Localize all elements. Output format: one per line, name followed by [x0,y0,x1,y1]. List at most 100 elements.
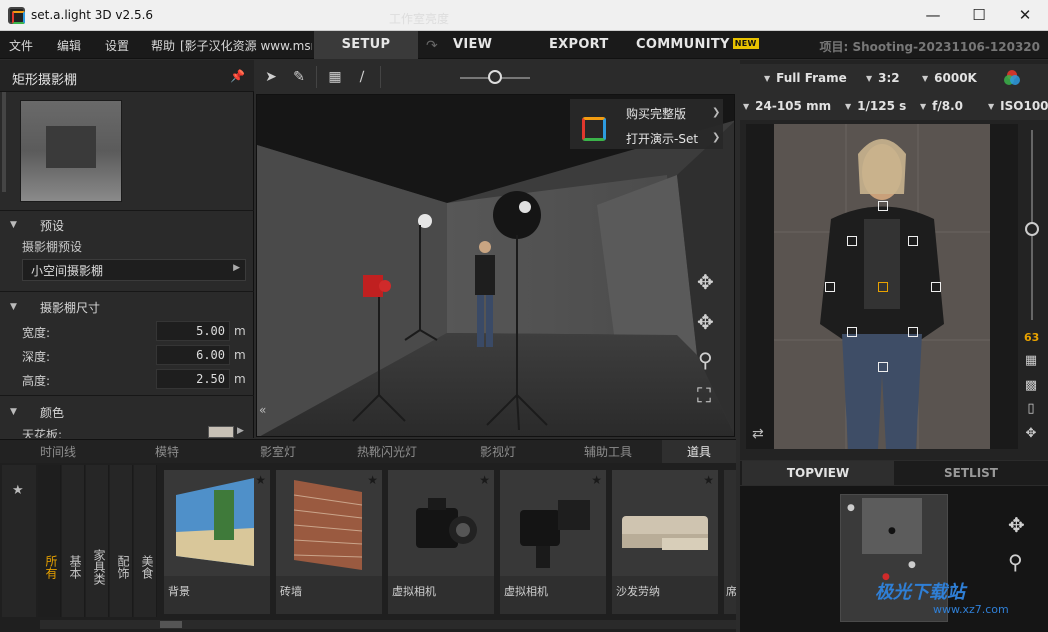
focus-point[interactable] [908,327,918,337]
topview-camera-icon[interactable]: ● [908,560,916,570]
tab-video-lights[interactable]: 影视灯 [480,440,516,464]
wb-value: 6000K [934,71,977,85]
focus-point[interactable] [908,236,918,246]
preset-select-value: 小空间摄影棚 [31,264,104,278]
menu-settings[interactable]: 设置 [105,37,129,54]
buy-full-version-link[interactable]: 购买完整版 [626,105,686,122]
topview-pan-icon[interactable]: ✥ [1008,513,1025,537]
lens-select[interactable]: ▼ 24-105 mm [743,92,831,120]
category-furniture[interactable]: 家具类 [86,465,109,617]
focus-point[interactable] [878,201,888,211]
menu-edit[interactable]: 编辑 [57,37,81,54]
menu-help[interactable]: 帮助 [151,37,175,54]
focus-point[interactable] [878,362,888,372]
menu-file[interactable]: 文件 [9,37,33,54]
pointer-tool-icon[interactable]: ➤ [262,68,280,86]
grid-icon[interactable]: ▦ [326,68,344,86]
topview-zoom-icon[interactable]: ⚲ [1008,550,1023,574]
color-section-title[interactable]: 颜色 [40,404,64,421]
focus-point[interactable] [825,282,835,292]
aperture-select[interactable]: ▼ f/8.0 [920,92,963,120]
favorite-star-icon[interactable]: ★ [255,473,266,487]
tab-setup[interactable]: SETUP [314,31,418,59]
fit-view-icon[interactable]: ⛶ [697,383,711,407]
library-item[interactable]: ★ 虚拟相机 [500,470,606,614]
category-all[interactable]: 所有 [38,465,61,617]
favorite-star-icon[interactable]: ★ [367,473,378,487]
topview-light-icon[interactable]: ● [847,503,855,513]
collapse-preset-icon[interactable]: ▼ [10,220,17,230]
collapse-color-icon[interactable]: ▼ [10,407,17,417]
focus-point[interactable] [931,282,941,292]
wb-select[interactable]: ▼ 6000K [922,64,977,92]
favorite-star-icon[interactable]: ★ [591,473,602,487]
category-food[interactable]: 美食 [134,465,157,617]
color-mode-icon[interactable] [1002,68,1022,88]
library-scrollbar-thumb[interactable] [160,621,182,628]
measure-tool-icon[interactable]: ✎ [290,68,308,86]
dish-reflector [519,201,531,213]
line-tool-icon[interactable]: ∕ [353,68,371,86]
menu-extra[interactable]: [影子汉化资源 www.msn [180,37,312,54]
dropdown-icon: ▼ [764,74,771,83]
collapse-size-icon[interactable]: ▼ [10,302,17,312]
tab-speedlights[interactable]: 热靴闪光灯 [357,440,417,464]
tab-studio-lights[interactable]: 影室灯 [260,440,296,464]
histogram-icon[interactable]: ▩ [1021,378,1041,396]
tab-tools[interactable]: 辅助工具 [584,440,632,464]
pin-icon[interactable]: 📌 [230,69,245,83]
tab-models[interactable]: 模特 [155,440,179,464]
open-demo-set-link[interactable]: 打开演示-Set [626,130,698,147]
iso-select[interactable]: ▼ ISO100 [988,92,1048,120]
preset-section-title[interactable]: 预设 [40,217,64,234]
width-label: 宽度: [22,326,51,340]
focus-point[interactable] [847,236,857,246]
size-section-title[interactable]: 摄影棚尺寸 [40,299,100,316]
minimize-button[interactable]: — [910,0,956,31]
favorites-star-icon[interactable]: ★ [12,483,24,498]
tab-community[interactable]: COMMUNITY NEW [636,31,759,59]
tab-setlist[interactable]: SETLIST [896,461,1046,485]
library-item[interactable]: ★ 沙发劳纳 [612,470,718,614]
ratio-select[interactable]: ▼ 3:2 [866,64,900,92]
category-accessories[interactable]: 配饰 [110,465,133,617]
chevron-right-icon[interactable]: ▶ [237,426,244,436]
width-input[interactable]: 5.00 [156,321,230,341]
favorite-star-icon[interactable]: ★ [479,473,490,487]
studio-preset-select[interactable]: 小空间摄影棚 ▶ [22,259,246,281]
tab-topview[interactable]: TOPVIEW [742,461,894,485]
maximize-button[interactable]: ☐ [956,0,1002,31]
library-scrollbar[interactable] [40,620,736,629]
library-item[interactable]: ★ 背景 [164,470,270,614]
tab-view[interactable]: VIEW [453,31,492,59]
zoom-slider-thumb[interactable] [1025,222,1039,236]
orientation-icon[interactable]: ▯ [1021,401,1041,419]
library-item[interactable]: ★ 砖墙 [276,470,382,614]
library-item[interactable]: ★ 虚拟相机 [388,470,494,614]
ceiling-color-swatch[interactable] [208,426,234,438]
close-button[interactable]: ✕ [1002,0,1048,31]
grid-overlay-icon[interactable]: ▦ [1021,353,1041,371]
tab-export[interactable]: EXPORT [549,31,609,59]
move-camera-icon[interactable]: ✥ [1021,426,1041,444]
category-basic[interactable]: 基本 [62,465,85,617]
orbit-icon[interactable]: ✥ [697,270,714,294]
depth-input[interactable]: 6.00 [156,345,230,365]
height-input[interactable]: 2.50 [156,369,230,389]
topview-model-icon[interactable]: ● [888,526,896,536]
favorite-star-icon[interactable]: ★ [703,473,714,487]
tab-props[interactable]: 道具 [662,440,736,464]
focus-point[interactable] [847,327,857,337]
focus-point-active[interactable] [878,282,888,292]
panel-scrollbar[interactable] [2,92,6,192]
studio-thumbnail[interactable] [20,100,122,202]
zoom-icon[interactable]: ⚲ [698,348,713,372]
tab-timeline[interactable]: 时间线 [40,440,76,464]
brightness-slider-thumb[interactable] [488,70,502,84]
shutter-select[interactable]: ▼ 1/125 s [845,92,906,120]
collapse-panel-icon[interactable]: « [259,403,273,417]
pan-icon[interactable]: ✥ [697,310,714,334]
library-item[interactable]: 席 [724,470,736,614]
swap-view-icon[interactable]: ⇄ [752,426,764,442]
sensor-select[interactable]: ▼ Full Frame [764,64,847,92]
